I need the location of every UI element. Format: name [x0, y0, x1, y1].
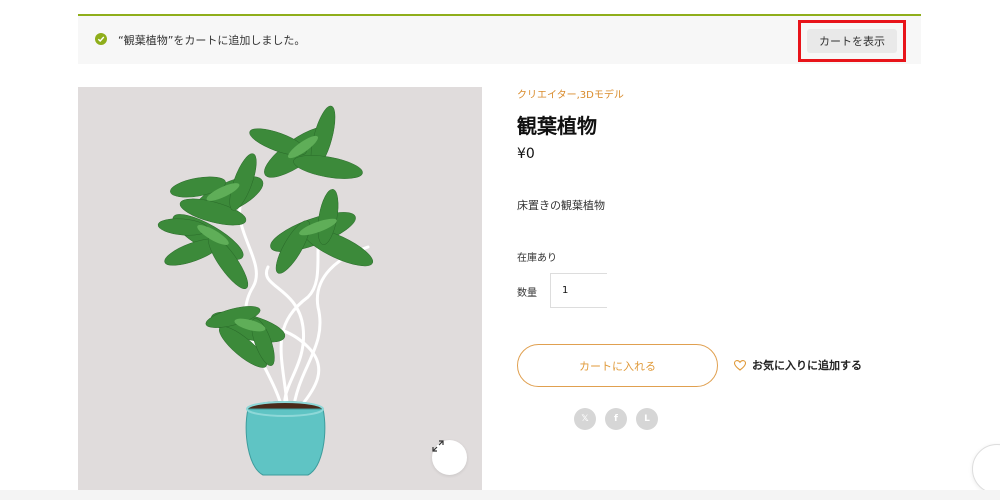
- quantity-label: 数量: [517, 288, 537, 299]
- share-buttons: 𝕏 f L: [574, 408, 658, 430]
- quantity-input[interactable]: [550, 273, 607, 308]
- add-to-cart-button[interactable]: カートに入れる: [517, 344, 718, 387]
- notice-message: “観葉植物”をカートに追加しました。: [118, 34, 306, 47]
- wishlist-label: お気に入りに追加する: [752, 359, 862, 372]
- plant-illustration: [157, 105, 374, 476]
- category-link-creator[interactable]: クリエイター: [517, 90, 577, 101]
- heart-icon: [734, 359, 746, 371]
- product-title: 観葉植物: [517, 114, 597, 138]
- line-icon[interactable]: L: [636, 408, 658, 430]
- product-image: [78, 87, 482, 491]
- product-categories: クリエイター,3Dモデル: [517, 86, 624, 101]
- scroll-to-top-button[interactable]: [972, 444, 1000, 494]
- check-circle-icon: [95, 33, 107, 45]
- x-icon[interactable]: 𝕏: [574, 408, 596, 430]
- facebook-icon[interactable]: f: [605, 408, 627, 430]
- view-cart-button[interactable]: カートを表示: [807, 29, 897, 53]
- view-cart-highlight: カートを表示: [798, 20, 906, 62]
- bottom-scrollbar: [0, 490, 1000, 500]
- wishlist-link[interactable]: お気に入りに追加する: [734, 357, 862, 373]
- product-description: 床置きの観葉植物: [517, 199, 605, 212]
- stock-status: 在庫あり: [517, 253, 557, 264]
- cart-notice: “観葉植物”をカートに追加しました。 カートを表示: [78, 14, 921, 64]
- category-link-3d[interactable]: 3Dモデル: [580, 90, 624, 101]
- expand-icon: [432, 440, 444, 452]
- product-price: ¥0: [517, 146, 535, 162]
- zoom-button[interactable]: [432, 440, 467, 475]
